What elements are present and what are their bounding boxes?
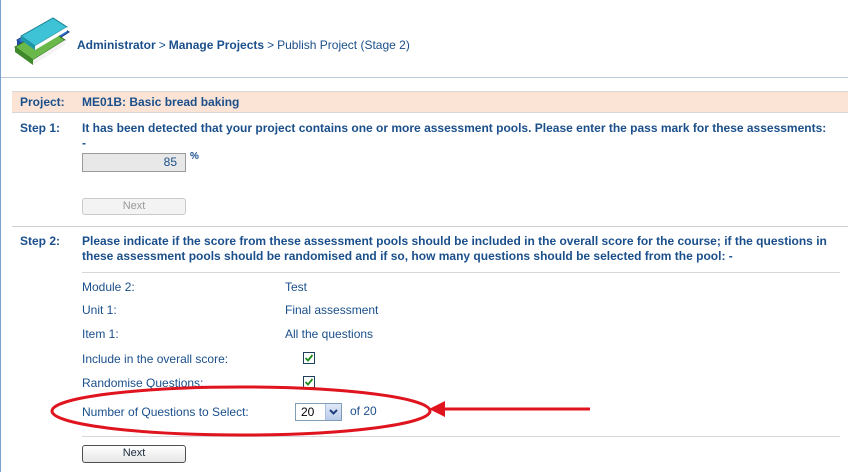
breadcrumb: Administrator > Manage Projects > Publish Pr… bbox=[77, 38, 410, 52]
checkmark-icon bbox=[304, 378, 314, 386]
step2-instructions: Please indicate if the score from these … bbox=[82, 234, 827, 263]
pass-mark-input[interactable]: 85 bbox=[82, 153, 186, 172]
books-stack-icon bbox=[14, 17, 70, 65]
checkmark-icon bbox=[304, 354, 314, 362]
step-divider bbox=[12, 226, 848, 227]
questions-count-select[interactable]: 20 bbox=[295, 403, 342, 421]
red-arrowhead-icon bbox=[429, 401, 445, 417]
breadcrumb-separator: > bbox=[158, 38, 166, 52]
project-name: ME01B: Basic bread baking bbox=[82, 95, 240, 109]
questions-count-label: Number of Questions to Select: bbox=[82, 405, 249, 419]
percent-unit: % bbox=[190, 151, 199, 162]
row-divider bbox=[82, 272, 840, 273]
row-divider bbox=[82, 436, 840, 437]
breadcrumb-current: Publish Project (Stage 2) bbox=[277, 38, 410, 52]
chevron-down-icon[interactable] bbox=[325, 404, 341, 420]
module-value: Test bbox=[285, 280, 308, 294]
step1-next-button[interactable]: Next bbox=[82, 198, 186, 215]
project-label: Project: bbox=[20, 95, 65, 109]
project-row: Project: ME01B: Basic bread baking bbox=[12, 91, 848, 113]
header: Administrator > Manage Projects > Publish Pr… bbox=[1, 0, 848, 78]
breadcrumb-administrator[interactable]: Administrator bbox=[77, 38, 156, 52]
randomise-checkbox[interactable] bbox=[303, 376, 315, 388]
step1-instructions: It has been detected that your project c… bbox=[82, 121, 827, 150]
page: Administrator > Manage Projects > Publish Pr… bbox=[0, 0, 848, 472]
step1-label: Step 1: bbox=[20, 121, 61, 135]
item-label: Item 1: bbox=[82, 327, 119, 341]
randomise-label: Randomise Questions: bbox=[82, 376, 204, 390]
unit-label: Unit 1: bbox=[82, 303, 117, 317]
module-label: Module 2: bbox=[82, 280, 135, 294]
item-value: All the questions bbox=[285, 327, 374, 341]
unit-value: Final assessment bbox=[285, 303, 379, 317]
breadcrumb-separator: > bbox=[267, 38, 275, 52]
questions-total-text: of 20 bbox=[350, 404, 377, 418]
include-score-label: Include in the overall score: bbox=[82, 352, 229, 366]
step2-label: Step 2: bbox=[20, 234, 61, 248]
include-score-checkbox[interactable] bbox=[303, 352, 315, 364]
questions-count-value: 20 bbox=[301, 405, 315, 419]
step2-next-button[interactable]: Next bbox=[82, 445, 186, 463]
breadcrumb-manage-projects[interactable]: Manage Projects bbox=[169, 38, 264, 52]
